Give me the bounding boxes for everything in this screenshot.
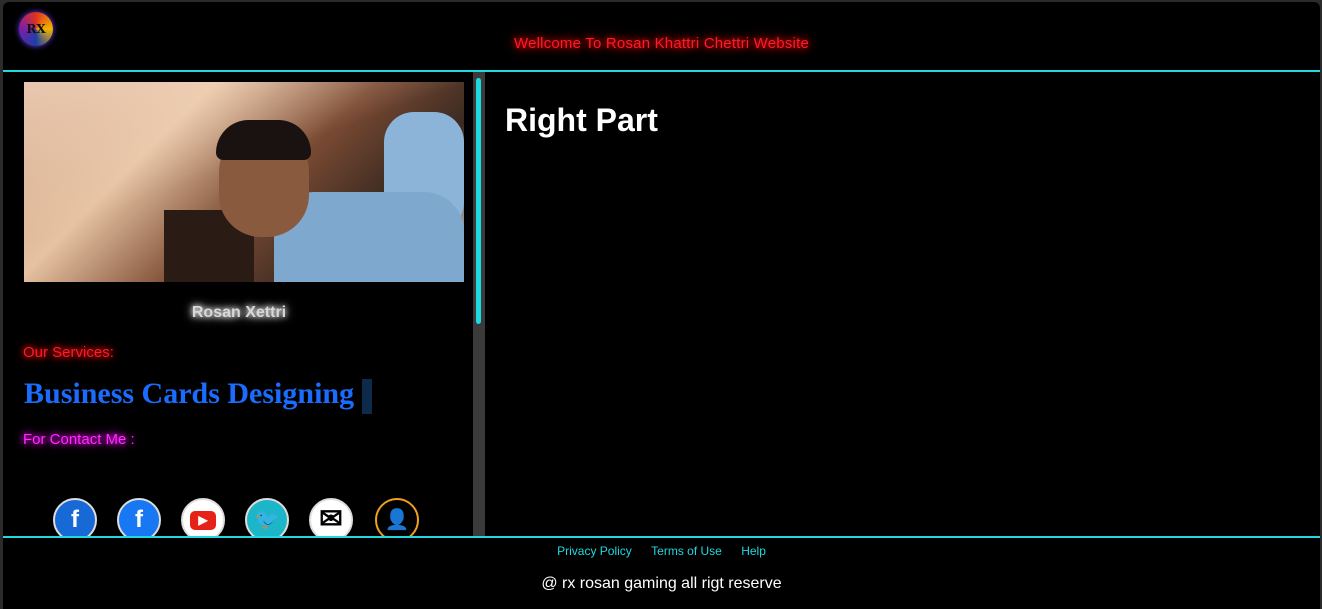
service-current: Business Cards Designing <box>24 377 355 410</box>
youtube-icon[interactable]: ▶ <box>181 498 225 536</box>
services-label: Our Services: <box>23 344 114 361</box>
copyright-text: @ rx rosan gaming all rigt reserve <box>541 575 782 592</box>
facebook-icon[interactable]: f <box>53 498 97 536</box>
profile-photo <box>24 82 464 282</box>
profile-name: Rosan Xettri <box>191 304 287 321</box>
footer-divider <box>3 536 1320 538</box>
twitter-icon[interactable]: 🐦 <box>245 498 289 536</box>
contact-label: For Contact Me : <box>23 431 135 448</box>
header: RX Wellcome To Rosan Khattri Chettri Web… <box>3 2 1320 70</box>
footer-links: Privacy Policy Terms of Use Help <box>3 544 1320 558</box>
welcome-banner: Wellcome To Rosan Khattri Chettri Websit… <box>514 35 809 52</box>
help-link[interactable]: Help <box>741 544 766 558</box>
scrollbar-thumb[interactable] <box>476 78 481 324</box>
left-panel-scrollbar[interactable] <box>473 72 485 536</box>
right-panel-title: Right Part <box>505 102 658 138</box>
typing-cursor <box>362 378 373 414</box>
page-frame: RX Wellcome To Rosan Khattri Chettri Web… <box>3 2 1320 609</box>
privacy-policy-link[interactable]: Privacy Policy <box>557 544 632 558</box>
mail-icon[interactable]: ✉ <box>309 498 353 536</box>
facebook-icon[interactable]: f <box>117 498 161 536</box>
user-contact-icon[interactable]: 👤 <box>375 498 419 536</box>
left-panel: Rosan Xettri Our Services: Business Card… <box>3 72 473 536</box>
services-typing-text: Business Cards Designing <box>24 377 373 414</box>
terms-of-use-link[interactable]: Terms of Use <box>651 544 722 558</box>
right-panel: Right Part <box>485 72 1320 536</box>
